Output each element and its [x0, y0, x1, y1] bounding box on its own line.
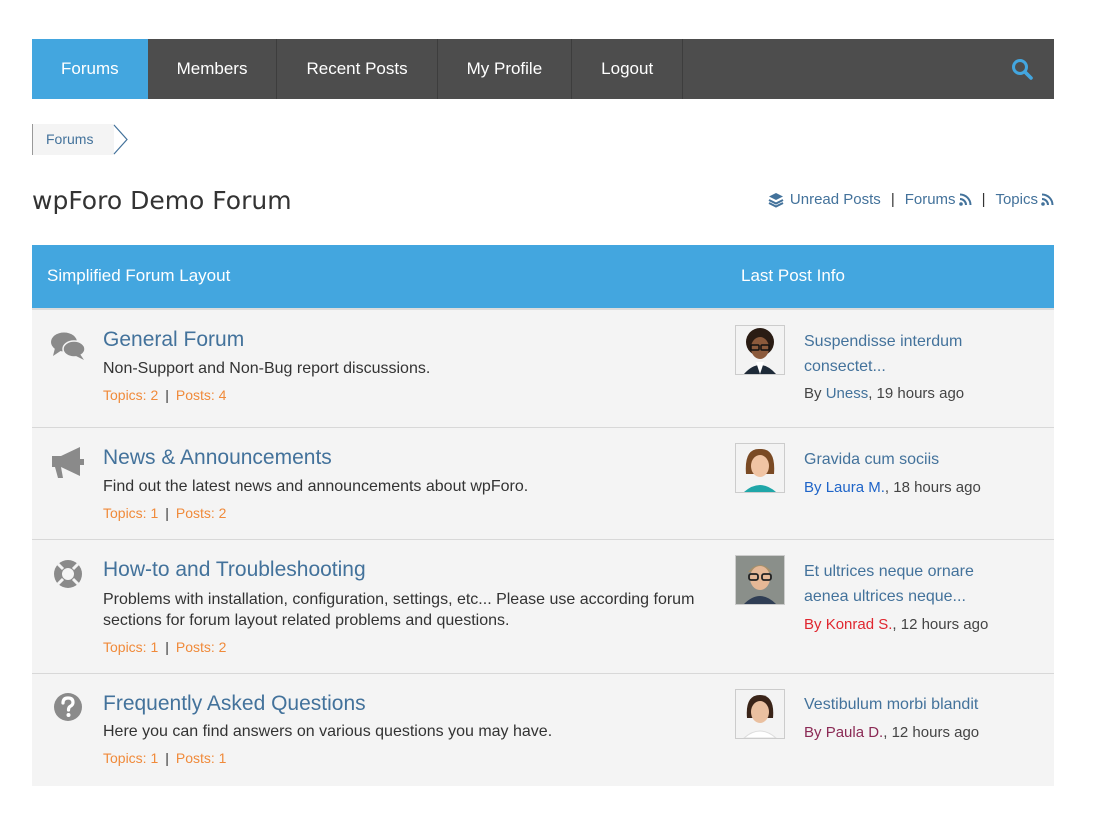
- forum-row: How-to and Troubleshooting Problems with…: [32, 540, 1054, 674]
- breadcrumb-label: Forums: [46, 131, 94, 147]
- post-time: , 18 hours ago: [884, 479, 981, 496]
- page-title: wpForo Demo Forum: [32, 186, 292, 215]
- question-circle-icon: [54, 693, 82, 721]
- forum-description: Find out the latest news and announcemen…: [103, 478, 529, 495]
- forum-table: Simplified Forum Layout Last Post Info G…: [32, 245, 1054, 786]
- separator: |: [890, 191, 895, 208]
- forum-title-link[interactable]: News & Announcements: [103, 446, 332, 470]
- posts-count[interactable]: Posts: 2: [176, 505, 227, 521]
- nav-item-recent-posts[interactable]: Recent Posts: [277, 39, 438, 99]
- last-post-link[interactable]: Et ultrices neque ornare aenea ultrices …: [804, 559, 1014, 609]
- nav-item-members[interactable]: Members: [148, 39, 278, 99]
- by-label: By: [804, 724, 826, 741]
- topics-count[interactable]: Topics: 1: [103, 639, 158, 655]
- nav-item-my-profile[interactable]: My Profile: [438, 39, 573, 99]
- by-label: By: [804, 616, 826, 633]
- posts-count[interactable]: Posts: 2: [176, 639, 227, 655]
- table-header: Simplified Forum Layout Last Post Info: [32, 245, 1054, 310]
- forum-stats: Topics: 2 | Posts: 4: [103, 387, 227, 403]
- posts-count[interactable]: Posts: 4: [176, 387, 227, 403]
- forum-stats: Topics: 1 | Posts: 2: [103, 505, 227, 521]
- forum-description: Problems with installation, configuratio…: [103, 591, 695, 629]
- nav-item-forums[interactable]: Forums: [32, 39, 148, 99]
- last-post-meta: By Paula D., 12 hours ago: [804, 724, 979, 741]
- last-post-meta: By Uness, 19 hours ago: [804, 385, 964, 402]
- unread-posts-link[interactable]: Unread Posts: [768, 191, 881, 208]
- chevron-right-icon: [114, 124, 129, 155]
- last-post-link[interactable]: Vestibulum morbi blandit: [804, 692, 1014, 717]
- last-post-link[interactable]: Suspendisse interdum consectet...: [804, 329, 1014, 379]
- last-post-meta: By Konrad S., 12 hours ago: [804, 616, 988, 633]
- author-link[interactable]: Uness: [826, 385, 869, 402]
- forums-rss-label: Forums: [904, 191, 956, 208]
- forum-title-link[interactable]: General Forum: [103, 328, 244, 352]
- avatar[interactable]: [735, 325, 785, 375]
- life-ring-icon: [54, 560, 82, 588]
- layers-icon: [768, 192, 784, 208]
- nav-item-logout[interactable]: Logout: [572, 39, 684, 99]
- forum-description: Here you can find answers on various que…: [103, 723, 553, 740]
- header-links: Unread Posts | Forums | Topics: [768, 191, 1054, 208]
- search-icon[interactable]: [1010, 57, 1034, 81]
- forum-stats: Topics: 1 | Posts: 1: [103, 750, 227, 766]
- comments-icon: [51, 332, 86, 360]
- forums-rss-link[interactable]: Forums: [905, 191, 972, 208]
- author-link[interactable]: Paula D.: [826, 724, 884, 741]
- topics-count[interactable]: Topics: 2: [103, 387, 158, 403]
- forum-title-link[interactable]: How-to and Troubleshooting: [103, 558, 366, 582]
- post-time: , 12 hours ago: [883, 724, 980, 741]
- rss-icon: [1041, 193, 1054, 206]
- topics-rss-label: Topics: [995, 191, 1038, 208]
- main-nav: Forums Members Recent Posts My Profile L…: [32, 39, 1054, 99]
- breadcrumb: Forums: [32, 124, 129, 155]
- by-label: By: [804, 385, 826, 402]
- author-link[interactable]: Laura M.: [826, 479, 885, 496]
- topics-rss-link[interactable]: Topics: [995, 191, 1054, 208]
- avatar[interactable]: [735, 443, 785, 493]
- author-link[interactable]: Konrad S.: [826, 616, 893, 633]
- avatar[interactable]: [735, 555, 785, 605]
- forum-description: Non-Support and Non-Bug report discussio…: [103, 360, 431, 377]
- unread-posts-label: Unread Posts: [789, 191, 881, 208]
- layout-heading: Simplified Forum Layout: [47, 266, 231, 285]
- avatar[interactable]: [735, 689, 785, 739]
- forum-row: Frequently Asked Questions Here you can …: [32, 674, 1054, 786]
- forum-title-link[interactable]: Frequently Asked Questions: [103, 692, 366, 716]
- forum-stats: Topics: 1 | Posts: 2: [103, 639, 227, 655]
- last-post-meta: By Laura M., 18 hours ago: [804, 479, 981, 496]
- breadcrumb-item-forums[interactable]: Forums: [32, 124, 129, 155]
- post-time: , 12 hours ago: [892, 616, 989, 633]
- post-time: , 19 hours ago: [868, 385, 965, 402]
- forum-row: General Forum Non-Support and Non-Bug re…: [32, 310, 1054, 428]
- last-post-link[interactable]: Gravida cum sociis: [804, 447, 1014, 472]
- topics-count[interactable]: Topics: 1: [103, 750, 158, 766]
- forum-row: News & Announcements Find out the latest…: [32, 428, 1054, 540]
- posts-count[interactable]: Posts: 1: [176, 750, 227, 766]
- by-label: By: [804, 479, 826, 496]
- last-post-heading: Last Post Info: [741, 266, 845, 285]
- topics-count[interactable]: Topics: 1: [103, 505, 158, 521]
- separator: |: [981, 191, 986, 208]
- rss-icon: [958, 193, 972, 206]
- bullhorn-icon: [52, 447, 84, 478]
